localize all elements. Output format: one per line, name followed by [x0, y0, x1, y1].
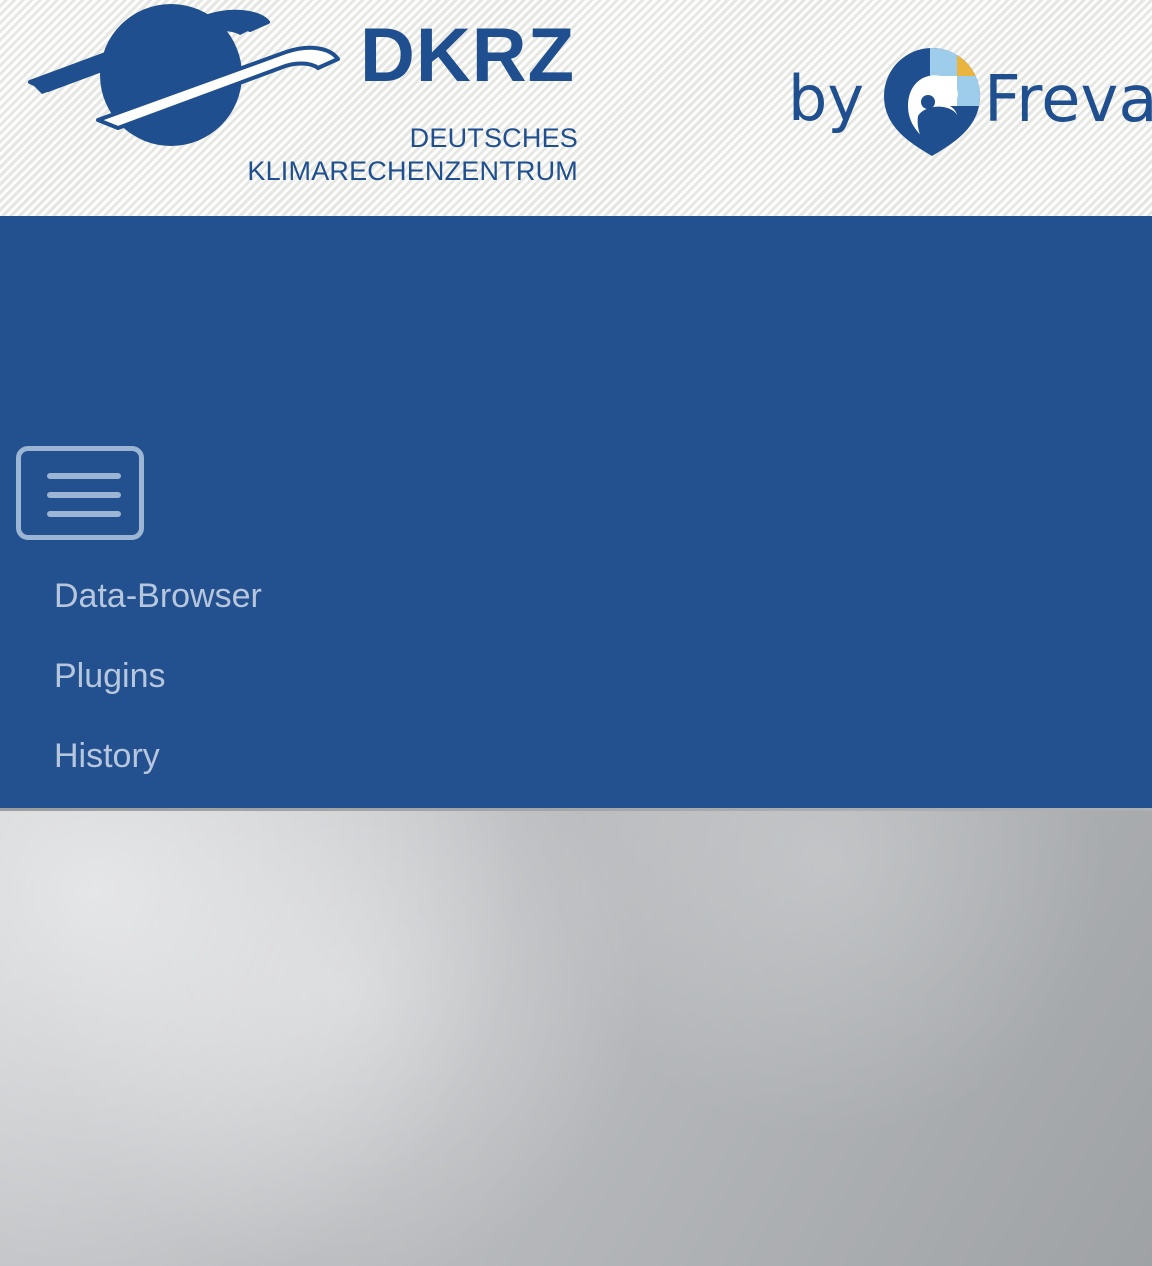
dkrz-subtitle-line1: DEUTSCHES — [409, 123, 578, 153]
site-header: DKRZ DEUTSCHES KLIMARECHENZENTRUM by Fre… — [0, 0, 1152, 216]
dkrz-subtitle-line2: KLIMARECHENZENTRUM — [247, 155, 578, 186]
hero-divider — [0, 808, 1152, 811]
nav-item-data-browser[interactable]: Data-Browser — [0, 556, 1152, 636]
hamburger-bar-icon — [47, 492, 121, 498]
main-navbar: Data-Browser Plugins History Result-Brow… — [0, 216, 1152, 1031]
dkrz-logo[interactable]: DKRZ DEUTSCHES KLIMARECHENZENTRUM — [18, 0, 578, 200]
nav-item-history[interactable]: History — [0, 716, 1152, 796]
hamburger-bar-icon — [47, 511, 121, 517]
hamburger-bar-icon — [47, 473, 121, 479]
nav-item-plugins[interactable]: Plugins — [0, 636, 1152, 716]
freva-logo[interactable]: by Freva — [788, 42, 1152, 160]
freva-by-label: by — [788, 62, 865, 135]
freva-bird-shield-icon — [884, 48, 980, 156]
dkrz-wordmark: DKRZ — [360, 13, 576, 98]
hero-section: X = σ(Y − X ) Y = X (ρ − Z ) − Y Z = X Y… — [0, 808, 1152, 1266]
menu-toggle-button[interactable] — [16, 446, 144, 540]
dkrz-subtitle: DEUTSCHES KLIMARECHENZENTRUM — [118, 122, 578, 188]
freva-wordmark: Freva — [984, 63, 1152, 137]
